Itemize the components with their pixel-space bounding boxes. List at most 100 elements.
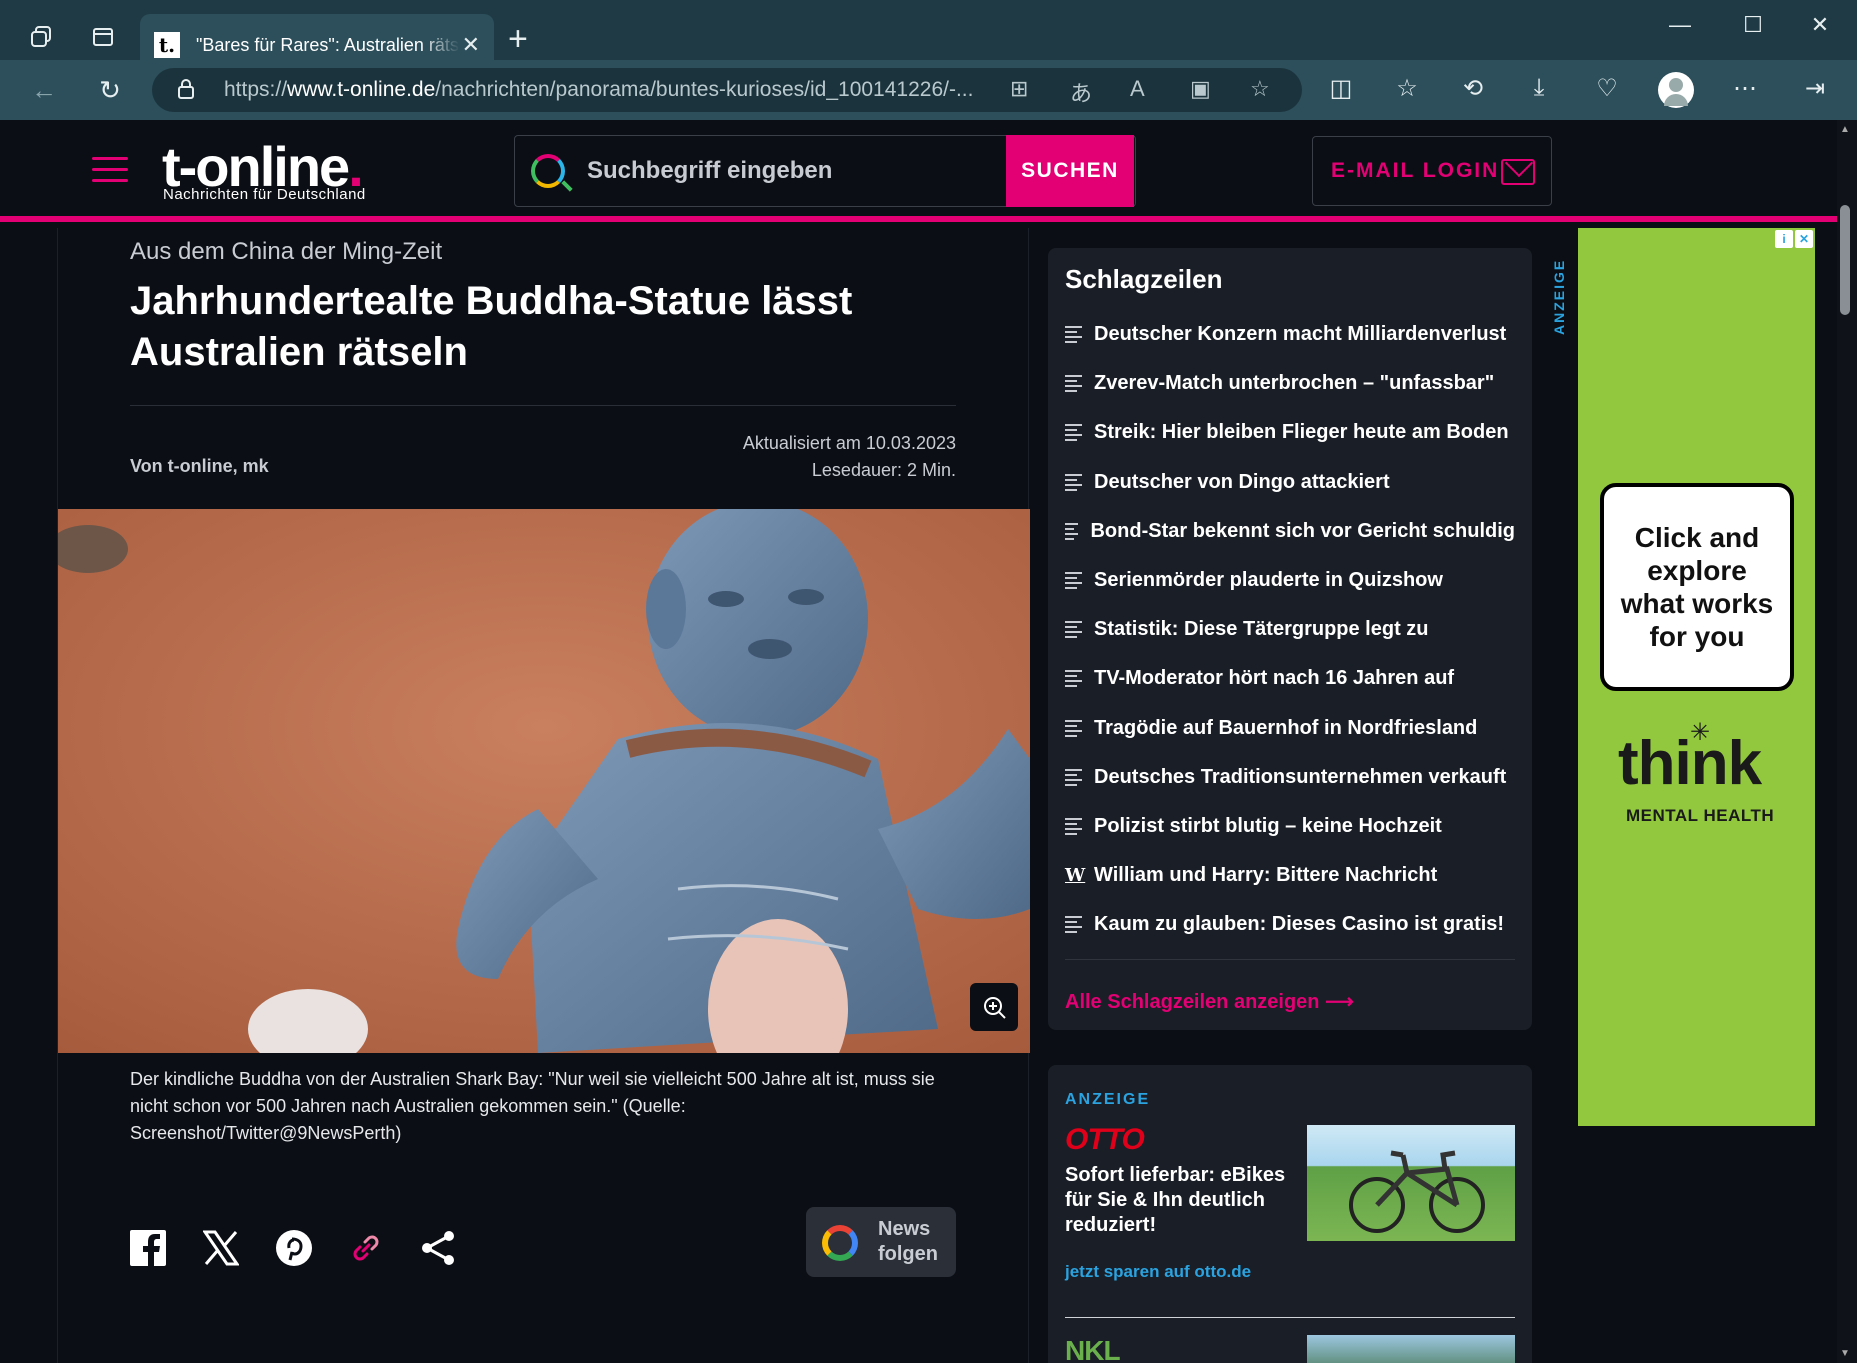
article: Aus dem China der Ming-Zeit Jahrhunderte… bbox=[57, 228, 1030, 1363]
headline-label: Bond-Star bekennt sich vor Gericht schul… bbox=[1090, 519, 1515, 542]
image-caption: Der kindliche Buddha von der Australien … bbox=[130, 1069, 935, 1143]
t-online-favicon-icon: t. bbox=[154, 32, 180, 58]
headline-label: Deutscher von Dingo attackiert bbox=[1094, 470, 1390, 493]
close-icon[interactable]: ✕ bbox=[462, 32, 480, 58]
ebike-image[interactable] bbox=[1307, 1125, 1515, 1241]
headline-item[interactable]: Statistik: Diese Tätergruppe legt zu bbox=[1065, 605, 1515, 654]
more-icon[interactable]: ⋯ bbox=[1728, 74, 1762, 103]
url-text[interactable]: https://www.t-online.de/nachrichten/pano… bbox=[224, 78, 973, 102]
search-input[interactable] bbox=[587, 136, 987, 206]
omnibox[interactable]: https://www.t-online.de/nachrichten/pano… bbox=[152, 68, 1302, 112]
info-icon[interactable]: i bbox=[1775, 230, 1793, 248]
text-icon bbox=[1065, 719, 1082, 737]
headline-label: Polizist stirbt blutig – keine Hochzeit bbox=[1094, 814, 1442, 837]
google-news-line1: News bbox=[878, 1218, 931, 1240]
headline-item[interactable]: Deutsches Traditionsunternehmen verkauft bbox=[1065, 753, 1515, 802]
w-icon: W bbox=[1065, 865, 1086, 887]
sidebar-icon[interactable]: ⇥ bbox=[1798, 74, 1832, 103]
search-button[interactable]: SUCHEN bbox=[1006, 135, 1134, 207]
split-screen-icon[interactable]: ◫ bbox=[1324, 74, 1358, 103]
immersive-reader-icon[interactable]: ▣ bbox=[1190, 76, 1211, 102]
browser-window: t. "Bares für Rares": Australien rätse ✕… bbox=[0, 0, 1857, 1363]
headline-item[interactable]: Deutscher Konzern macht Milliardenverlus… bbox=[1065, 310, 1515, 359]
workspaces-icon[interactable] bbox=[26, 22, 56, 52]
site-header: t-online. Nachrichten für Deutschland SU… bbox=[0, 120, 1837, 222]
headline-item[interactable]: Tragödie auf Bauernhof in Nordfriesland bbox=[1065, 704, 1515, 753]
text-icon bbox=[1065, 424, 1082, 442]
google-news-line2: folgen bbox=[878, 1243, 938, 1265]
headline-item[interactable]: Bond-Star bekennt sich vor Gericht schul… bbox=[1065, 507, 1515, 556]
new-tab-icon[interactable]: + bbox=[508, 20, 528, 59]
ad-card-text[interactable]: Click and explore what works for you bbox=[1600, 483, 1794, 691]
maximize-icon[interactable]: ☐ bbox=[1733, 12, 1773, 38]
facebook-icon[interactable] bbox=[128, 1228, 168, 1268]
article-author[interactable]: Von t-online, mk bbox=[130, 456, 269, 477]
profile-icon[interactable] bbox=[1658, 72, 1694, 108]
headline-label: Deutscher Konzern macht Milliardenverlus… bbox=[1094, 323, 1507, 346]
read-aloud-icon[interactable]: A bbox=[1130, 76, 1145, 102]
headline-item[interactable]: Deutscher von Dingo attackiert bbox=[1065, 458, 1515, 507]
text-icon bbox=[1065, 522, 1079, 540]
nkl-logo[interactable]: NKL bbox=[1065, 1335, 1121, 1363]
minimize-icon[interactable]: — bbox=[1660, 12, 1700, 38]
think-logo: think bbox=[1618, 729, 1762, 798]
headline-item[interactable]: W William und Harry: Bittere Nachricht bbox=[1065, 851, 1515, 900]
all-headlines-link[interactable]: Alle Schlagzeilen anzeigen ⟶ bbox=[1065, 989, 1354, 1014]
zoom-image-button[interactable] bbox=[970, 983, 1018, 1031]
headline-item[interactable]: Streik: Hier bleiben Flieger heute am Bo… bbox=[1065, 408, 1515, 457]
text-icon bbox=[1065, 375, 1082, 393]
scroll-down-icon[interactable]: ▼ bbox=[1840, 1348, 1850, 1359]
google-news-follow-button[interactable]: News folgen bbox=[806, 1207, 956, 1277]
ad-text[interactable]: Sofort lieferbar: eBikes für Sie & Ihn d… bbox=[1065, 1163, 1295, 1238]
google-icon bbox=[822, 1225, 858, 1261]
divider bbox=[1065, 1317, 1515, 1318]
pinterest-icon[interactable] bbox=[274, 1228, 314, 1268]
skyscraper-ad[interactable]: i ✕ Click and explore what works for you… bbox=[1578, 228, 1815, 1126]
headline-label: Streik: Hier bleiben Flieger heute am Bo… bbox=[1094, 421, 1509, 444]
tab-actions-icon[interactable] bbox=[88, 22, 118, 52]
headline-label: Statistik: Diese Tätergruppe legt zu bbox=[1094, 618, 1429, 641]
headline-item[interactable]: Serienmörder plauderte in Quizshow bbox=[1065, 556, 1515, 605]
downloads-icon[interactable]: ⤓ bbox=[1522, 74, 1556, 102]
search-icon bbox=[531, 154, 565, 188]
headlines-panel: Schlagzeilen Deutscher Konzern macht Mil… bbox=[1048, 248, 1532, 1030]
article-image[interactable] bbox=[58, 509, 1030, 1053]
text-icon bbox=[1065, 621, 1082, 639]
ad-label-vertical: ANZEIGE bbox=[1551, 258, 1567, 335]
share-icon[interactable] bbox=[418, 1228, 458, 1268]
otto-logo[interactable]: OTTO bbox=[1065, 1123, 1145, 1157]
ad-link[interactable]: jetzt sparen auf otto.de bbox=[1065, 1262, 1251, 1282]
ad-panel: ANZEIGE OTTO Sofort lieferbar: eBikes fü… bbox=[1048, 1065, 1532, 1363]
close-icon[interactable]: ✕ bbox=[1795, 230, 1813, 248]
nkl-image[interactable] bbox=[1307, 1335, 1515, 1363]
headline-item[interactable]: TV-Moderator hört nach 16 Jahren auf bbox=[1065, 654, 1515, 703]
article-kicker: Aus dem China der Ming-Zeit bbox=[130, 238, 443, 265]
text-icon bbox=[1065, 817, 1082, 835]
link-icon[interactable] bbox=[346, 1228, 386, 1268]
favorites-icon[interactable]: ☆ bbox=[1390, 74, 1424, 103]
headline-item[interactable]: Polizist stirbt blutig – keine Hochzeit bbox=[1065, 802, 1515, 851]
headline-item[interactable]: Zverev-Match unterbrochen – "unfassbar" bbox=[1065, 359, 1515, 408]
x-icon[interactable] bbox=[201, 1228, 241, 1268]
lock-icon[interactable] bbox=[176, 78, 196, 106]
headline-label: TV-Moderator hört nach 16 Jahren auf bbox=[1094, 667, 1455, 690]
article-headline: Jahrhundertealte Buddha-Statue lässt Aus… bbox=[130, 279, 853, 374]
favorite-star-icon[interactable]: ☆ bbox=[1250, 76, 1270, 102]
scrollbar-thumb[interactable] bbox=[1840, 205, 1850, 315]
ad-label: ANZEIGE bbox=[1065, 1091, 1151, 1108]
headline-label: Zverev-Match unterbrochen – "unfassbar" bbox=[1094, 372, 1495, 395]
email-login-label: E-MAIL LOGIN bbox=[1331, 159, 1500, 182]
browser-essentials-icon[interactable]: ♡ bbox=[1590, 74, 1624, 103]
app-available-icon[interactable]: ⊞ bbox=[1010, 76, 1028, 102]
refresh-icon[interactable]: ↻ bbox=[92, 72, 128, 108]
google-news-label: News folgen bbox=[878, 1217, 938, 1267]
headlines-title: Schlagzeilen bbox=[1065, 264, 1223, 294]
scroll-up-icon[interactable]: ▲ bbox=[1840, 124, 1850, 135]
window-close-icon[interactable]: ✕ bbox=[1800, 12, 1840, 38]
headline-item[interactable]: Kaum zu glauben: Dieses Casino ist grati… bbox=[1065, 900, 1515, 949]
translate-icon[interactable]: あ bbox=[1070, 76, 1092, 108]
history-icon[interactable]: ⟲ bbox=[1456, 74, 1490, 103]
email-login-button[interactable]: E-MAIL LOGIN bbox=[1312, 136, 1552, 206]
menu-icon[interactable] bbox=[92, 157, 128, 185]
back-icon[interactable]: ← bbox=[26, 72, 62, 108]
